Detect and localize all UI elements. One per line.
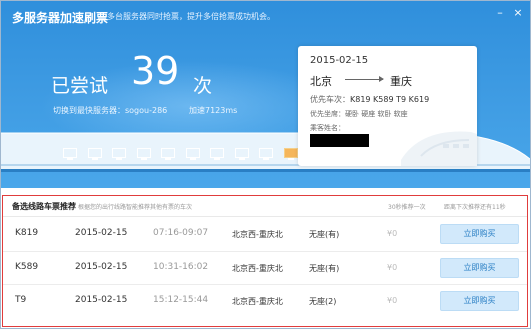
alternatives-subtitle: 根据您的出行线路智能推荐其他有票的车次 <box>78 204 193 211</box>
speed-text: 加速7123ms <box>189 106 238 115</box>
server-monitor-icon <box>112 148 126 160</box>
route: 北京西-重庆北 <box>232 297 283 306</box>
travel-time: 15:12-15:44 <box>153 295 209 305</box>
server-monitor-icon <box>87 148 102 160</box>
table-row: T9 2015-02-15 15:12-15:44 北京西-重庆北 无座(2) … <box>3 284 527 317</box>
alternatives-panel: 备选线路车票推荐 根据您的出行线路智能推荐其他有票的车次 30秒推荐一次 距离下… <box>2 195 528 327</box>
server-monitor-icon <box>136 148 151 160</box>
seat-availability: 无座(有) <box>309 230 340 239</box>
train-number: K589 <box>15 262 39 272</box>
buy-now-button[interactable]: 立即购买 <box>440 224 519 244</box>
price: ¥0 <box>387 229 398 238</box>
travel-date: 2015-02-15 <box>75 295 128 305</box>
minimize-icon[interactable]: – <box>494 7 506 19</box>
route: 北京西-重庆北 <box>232 230 283 239</box>
travel-date: 2015-02-15 <box>75 262 128 272</box>
ticket-date: 2015-02-15 <box>310 55 369 66</box>
server-monitor-icon <box>185 148 200 160</box>
attempt-prefix: 已尝试 <box>51 75 109 97</box>
ticket-card: 2015-02-15 北京 重庆 优先车次：K819 K589 T9 K619 … <box>298 46 477 166</box>
table-row: K819 2015-02-15 07:16-09:07 北京西-重庆北 无座(有… <box>3 218 527 250</box>
seat-availability: 无座(有) <box>309 264 340 273</box>
server-monitor-icon <box>283 148 298 160</box>
train-number: K819 <box>15 228 39 238</box>
price: ¥0 <box>387 296 398 305</box>
preferred-trains: 优先车次：K819 K589 T9 K619 <box>310 94 429 105</box>
ticket-from: 北京 <box>310 75 332 88</box>
rider-label: 乘客姓名： <box>310 124 345 132</box>
buy-now-button[interactable]: 立即购买 <box>440 291 519 311</box>
table-row: K589 2015-02-15 10:31-16:02 北京西-重庆北 无座(有… <box>3 251 527 284</box>
attempt-count: 39 <box>131 49 180 93</box>
train-number: T9 <box>15 295 27 305</box>
redacted-rider-name <box>310 134 369 147</box>
next-refresh-countdown: 距离下次推荐还有11秒 <box>444 204 506 211</box>
close-icon[interactable]: × <box>512 7 524 19</box>
window-subtitle: 多台服务器同时抢票，提升多倍抢票成功机会。 <box>107 12 275 21</box>
seat-availability: 无座(2) <box>309 297 337 306</box>
status-header: 多服务器加速刷票 多台服务器同时抢票，提升多倍抢票成功机会。 – × 已尝试 3… <box>1 1 530 188</box>
server-monitor-icon <box>259 148 273 160</box>
train-watermark-icon <box>401 131 477 166</box>
alternatives-header: 备选线路车票推荐 根据您的出行线路智能推荐其他有票的车次 30秒推荐一次 距离下… <box>3 196 527 217</box>
travel-date: 2015-02-15 <box>75 228 128 238</box>
route-arrow-icon <box>345 76 384 82</box>
buy-now-button[interactable]: 立即购买 <box>440 258 519 278</box>
window-controls: – × <box>494 7 524 19</box>
app-window: 多服务器加速刷票 多台服务器同时抢票，提升多倍抢票成功机会。 – × 已尝试 3… <box>0 0 531 329</box>
price: ¥0 <box>387 263 398 272</box>
preferred-trains-label: 优先车次： <box>310 95 350 104</box>
server-monitor-icon <box>63 148 77 160</box>
window-title: 多服务器加速刷票 <box>12 11 109 25</box>
attempt-suffix: 次 <box>193 75 213 97</box>
rail-line <box>1 169 530 172</box>
preferred-trains-value: K819 K589 T9 K619 <box>350 95 430 104</box>
route: 北京西-重庆北 <box>232 264 283 273</box>
refresh-interval: 30秒推荐一次 <box>388 204 426 211</box>
travel-time: 10:31-16:02 <box>153 262 209 272</box>
server-monitor-icon <box>210 148 224 160</box>
travel-time: 07:16-09:07 <box>153 228 209 238</box>
ticket-to: 重庆 <box>390 75 412 88</box>
server-switch-text: 切换到最快服务器：sogou-286 <box>53 106 168 115</box>
server-monitor-icon <box>234 148 249 160</box>
server-monitor-icon <box>161 148 175 160</box>
alternatives-title: 备选线路车票推荐 <box>12 202 76 211</box>
